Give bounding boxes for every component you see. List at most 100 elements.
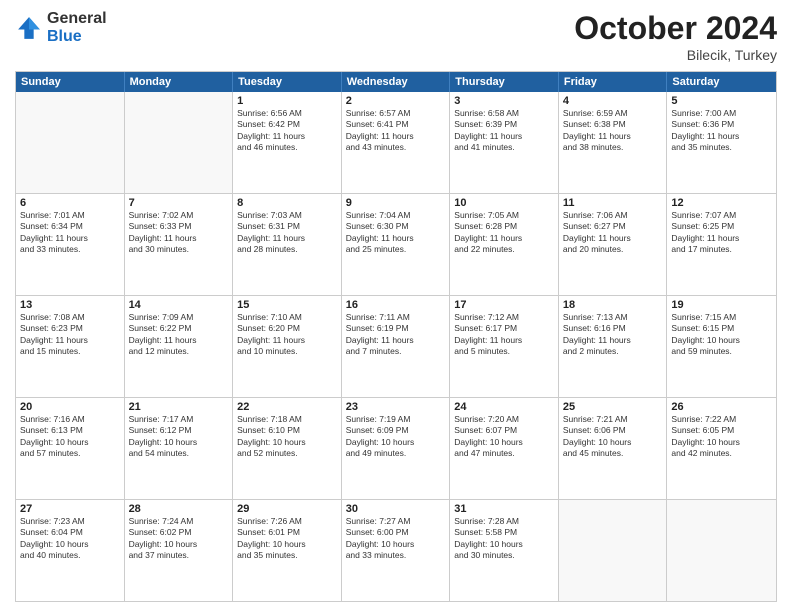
subtitle: Bilecik, Turkey	[574, 47, 777, 63]
cell-info-line: Daylight: 11 hours	[454, 233, 554, 244]
cell-info-line: Daylight: 11 hours	[20, 233, 120, 244]
cell-info-line: Sunrise: 7:17 AM	[129, 414, 229, 425]
calendar-cell: 14Sunrise: 7:09 AMSunset: 6:22 PMDayligh…	[125, 296, 234, 397]
calendar-cell: 9Sunrise: 7:04 AMSunset: 6:30 PMDaylight…	[342, 194, 451, 295]
cell-info-line: and 43 minutes.	[346, 142, 446, 153]
calendar-cell: 5Sunrise: 7:00 AMSunset: 6:36 PMDaylight…	[667, 92, 776, 193]
cell-info-line: Sunset: 6:28 PM	[454, 221, 554, 232]
cell-info-line: Sunset: 6:25 PM	[671, 221, 772, 232]
month-title: October 2024	[574, 10, 777, 47]
cell-info-line: Sunrise: 6:58 AM	[454, 108, 554, 119]
day-number: 13	[20, 299, 120, 311]
cell-info-line: Daylight: 11 hours	[563, 131, 663, 142]
logo-text: General Blue	[47, 10, 107, 45]
cell-info-line: and 42 minutes.	[671, 448, 772, 459]
cell-info-line: Sunset: 6:13 PM	[20, 425, 120, 436]
cell-info-line: Sunset: 6:16 PM	[563, 323, 663, 334]
cell-info-line: Daylight: 11 hours	[563, 233, 663, 244]
cell-info-line: Sunrise: 7:28 AM	[454, 516, 554, 527]
cell-info-line: and 46 minutes.	[237, 142, 337, 153]
calendar-cell: 18Sunrise: 7:13 AMSunset: 6:16 PMDayligh…	[559, 296, 668, 397]
cell-info-line: and 15 minutes.	[20, 346, 120, 357]
day-number: 14	[129, 299, 229, 311]
day-number: 22	[237, 401, 337, 413]
cell-info-line: and 17 minutes.	[671, 244, 772, 255]
cell-info-line: Sunset: 6:02 PM	[129, 527, 229, 538]
cell-info-line: and 45 minutes.	[563, 448, 663, 459]
calendar-cell: 23Sunrise: 7:19 AMSunset: 6:09 PMDayligh…	[342, 398, 451, 499]
cell-info-line: Sunset: 6:30 PM	[346, 221, 446, 232]
cell-info-line: Sunrise: 7:23 AM	[20, 516, 120, 527]
cell-info-line: Daylight: 10 hours	[346, 437, 446, 448]
cell-info-line: Sunrise: 7:10 AM	[237, 312, 337, 323]
cell-info-line: and 7 minutes.	[346, 346, 446, 357]
cell-info-line: Daylight: 10 hours	[129, 539, 229, 550]
calendar-cell: 28Sunrise: 7:24 AMSunset: 6:02 PMDayligh…	[125, 500, 234, 601]
cell-info-line: Sunset: 6:22 PM	[129, 323, 229, 334]
cell-info-line: Sunset: 6:38 PM	[563, 119, 663, 130]
calendar-cell: 25Sunrise: 7:21 AMSunset: 6:06 PMDayligh…	[559, 398, 668, 499]
calendar-cell: 13Sunrise: 7:08 AMSunset: 6:23 PMDayligh…	[16, 296, 125, 397]
calendar-cell: 24Sunrise: 7:20 AMSunset: 6:07 PMDayligh…	[450, 398, 559, 499]
cell-info-line: Sunset: 6:04 PM	[20, 527, 120, 538]
cell-info-line: Sunset: 6:20 PM	[237, 323, 337, 334]
calendar-cell: 8Sunrise: 7:03 AMSunset: 6:31 PMDaylight…	[233, 194, 342, 295]
cell-info-line: Sunrise: 7:07 AM	[671, 210, 772, 221]
cell-info-line: and 37 minutes.	[129, 550, 229, 561]
cell-info-line: and 20 minutes.	[563, 244, 663, 255]
page: General Blue October 2024 Bilecik, Turke…	[0, 0, 792, 612]
cell-info-line: Daylight: 11 hours	[346, 131, 446, 142]
cell-info-line: Daylight: 11 hours	[237, 335, 337, 346]
header-day-tuesday: Tuesday	[233, 72, 342, 92]
cell-info-line: Daylight: 11 hours	[671, 233, 772, 244]
cell-info-line: and 33 minutes.	[20, 244, 120, 255]
day-number: 20	[20, 401, 120, 413]
day-number: 1	[237, 95, 337, 107]
cell-info-line: Sunrise: 7:26 AM	[237, 516, 337, 527]
day-number: 30	[346, 503, 446, 515]
header-day-saturday: Saturday	[667, 72, 776, 92]
cell-info-line: Daylight: 10 hours	[20, 539, 120, 550]
cell-info-line: and 54 minutes.	[129, 448, 229, 459]
cell-info-line: Sunrise: 6:57 AM	[346, 108, 446, 119]
day-number: 24	[454, 401, 554, 413]
cell-info-line: Daylight: 10 hours	[346, 539, 446, 550]
day-number: 9	[346, 197, 446, 209]
header: General Blue October 2024 Bilecik, Turke…	[15, 10, 777, 63]
cell-info-line: and 22 minutes.	[454, 244, 554, 255]
calendar-row-1: 6Sunrise: 7:01 AMSunset: 6:34 PMDaylight…	[16, 193, 776, 295]
cell-info-line: Daylight: 10 hours	[563, 437, 663, 448]
cell-info-line: Sunset: 6:00 PM	[346, 527, 446, 538]
cell-info-line: Sunrise: 7:09 AM	[129, 312, 229, 323]
day-number: 15	[237, 299, 337, 311]
cell-info-line: and 57 minutes.	[20, 448, 120, 459]
calendar-cell: 21Sunrise: 7:17 AMSunset: 6:12 PMDayligh…	[125, 398, 234, 499]
cell-info-line: Daylight: 10 hours	[671, 437, 772, 448]
cell-info-line: Sunrise: 7:19 AM	[346, 414, 446, 425]
cell-info-line: Daylight: 11 hours	[346, 233, 446, 244]
cell-info-line: Daylight: 11 hours	[454, 131, 554, 142]
cell-info-line: Sunrise: 7:08 AM	[20, 312, 120, 323]
header-day-thursday: Thursday	[450, 72, 559, 92]
cell-info-line: Sunset: 6:15 PM	[671, 323, 772, 334]
calendar-row-2: 13Sunrise: 7:08 AMSunset: 6:23 PMDayligh…	[16, 295, 776, 397]
cell-info-line: Sunrise: 7:13 AM	[563, 312, 663, 323]
cell-info-line: Sunset: 6:39 PM	[454, 119, 554, 130]
cell-info-line: Sunset: 6:33 PM	[129, 221, 229, 232]
cell-info-line: Sunrise: 6:56 AM	[237, 108, 337, 119]
cell-info-line: Sunset: 6:06 PM	[563, 425, 663, 436]
cell-info-line: Sunrise: 7:04 AM	[346, 210, 446, 221]
cell-info-line: Daylight: 10 hours	[454, 437, 554, 448]
cell-info-line: Sunset: 6:34 PM	[20, 221, 120, 232]
cell-info-line: Sunrise: 7:24 AM	[129, 516, 229, 527]
cell-info-line: Sunrise: 7:18 AM	[237, 414, 337, 425]
header-day-friday: Friday	[559, 72, 668, 92]
cell-info-line: Sunset: 6:09 PM	[346, 425, 446, 436]
calendar-cell: 2Sunrise: 6:57 AMSunset: 6:41 PMDaylight…	[342, 92, 451, 193]
header-day-sunday: Sunday	[16, 72, 125, 92]
cell-info-line: and 5 minutes.	[454, 346, 554, 357]
calendar: SundayMondayTuesdayWednesdayThursdayFrid…	[15, 71, 777, 602]
cell-info-line: Sunset: 6:36 PM	[671, 119, 772, 130]
cell-info-line: and 25 minutes.	[346, 244, 446, 255]
header-day-monday: Monday	[125, 72, 234, 92]
